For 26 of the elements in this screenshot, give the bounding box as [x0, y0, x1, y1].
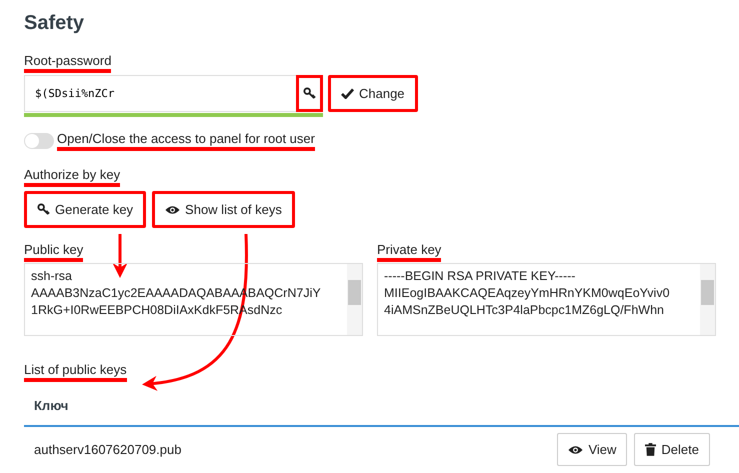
- section-heading: List of public keys: [24, 362, 127, 382]
- annotation-arrow: [112, 234, 128, 278]
- field-label: Private key: [377, 242, 442, 262]
- checkmark-icon: [341, 88, 354, 99]
- trash-icon: [645, 443, 656, 456]
- change-button[interactable]: Change: [328, 75, 418, 112]
- table-cell: authserv1607620709.pub: [34, 442, 182, 457]
- password-field[interactable]: $(SDsii%nZCr: [24, 75, 296, 112]
- toggle-label: Open/Close the access to panel for root user: [57, 131, 315, 151]
- key-icon: [303, 87, 316, 100]
- column-header: Ключ: [34, 398, 68, 413]
- section-heading: Authorize by key: [24, 167, 120, 187]
- generate-password-button[interactable]: [296, 75, 323, 112]
- show-keys-button[interactable]: Show list of keys: [152, 191, 295, 228]
- generate-key-button[interactable]: Generate key: [24, 191, 146, 228]
- eye-icon: [165, 204, 180, 214]
- key-icon: [37, 203, 50, 216]
- key-textarea[interactable]: -----BEGIN RSA PRIVATE KEY----- MIIEogIBAAKCAQEAqzeyYmHRnYKM0wqEoYviv0 4iAMSnZBeUQLHTc3P4laPbcpc1MZ6gLQ/FhWhn: [377, 263, 716, 336]
- toggle-switch[interactable]: [24, 133, 54, 149]
- field-label: Public key: [24, 242, 84, 262]
- scrollbar[interactable]: [347, 264, 362, 335]
- eye-icon: [568, 444, 584, 454]
- page-title: Safety: [24, 12, 86, 35]
- scrollbar[interactable]: [700, 264, 715, 335]
- delete-button[interactable]: Delete: [634, 433, 710, 466]
- view-button[interactable]: View: [557, 433, 628, 466]
